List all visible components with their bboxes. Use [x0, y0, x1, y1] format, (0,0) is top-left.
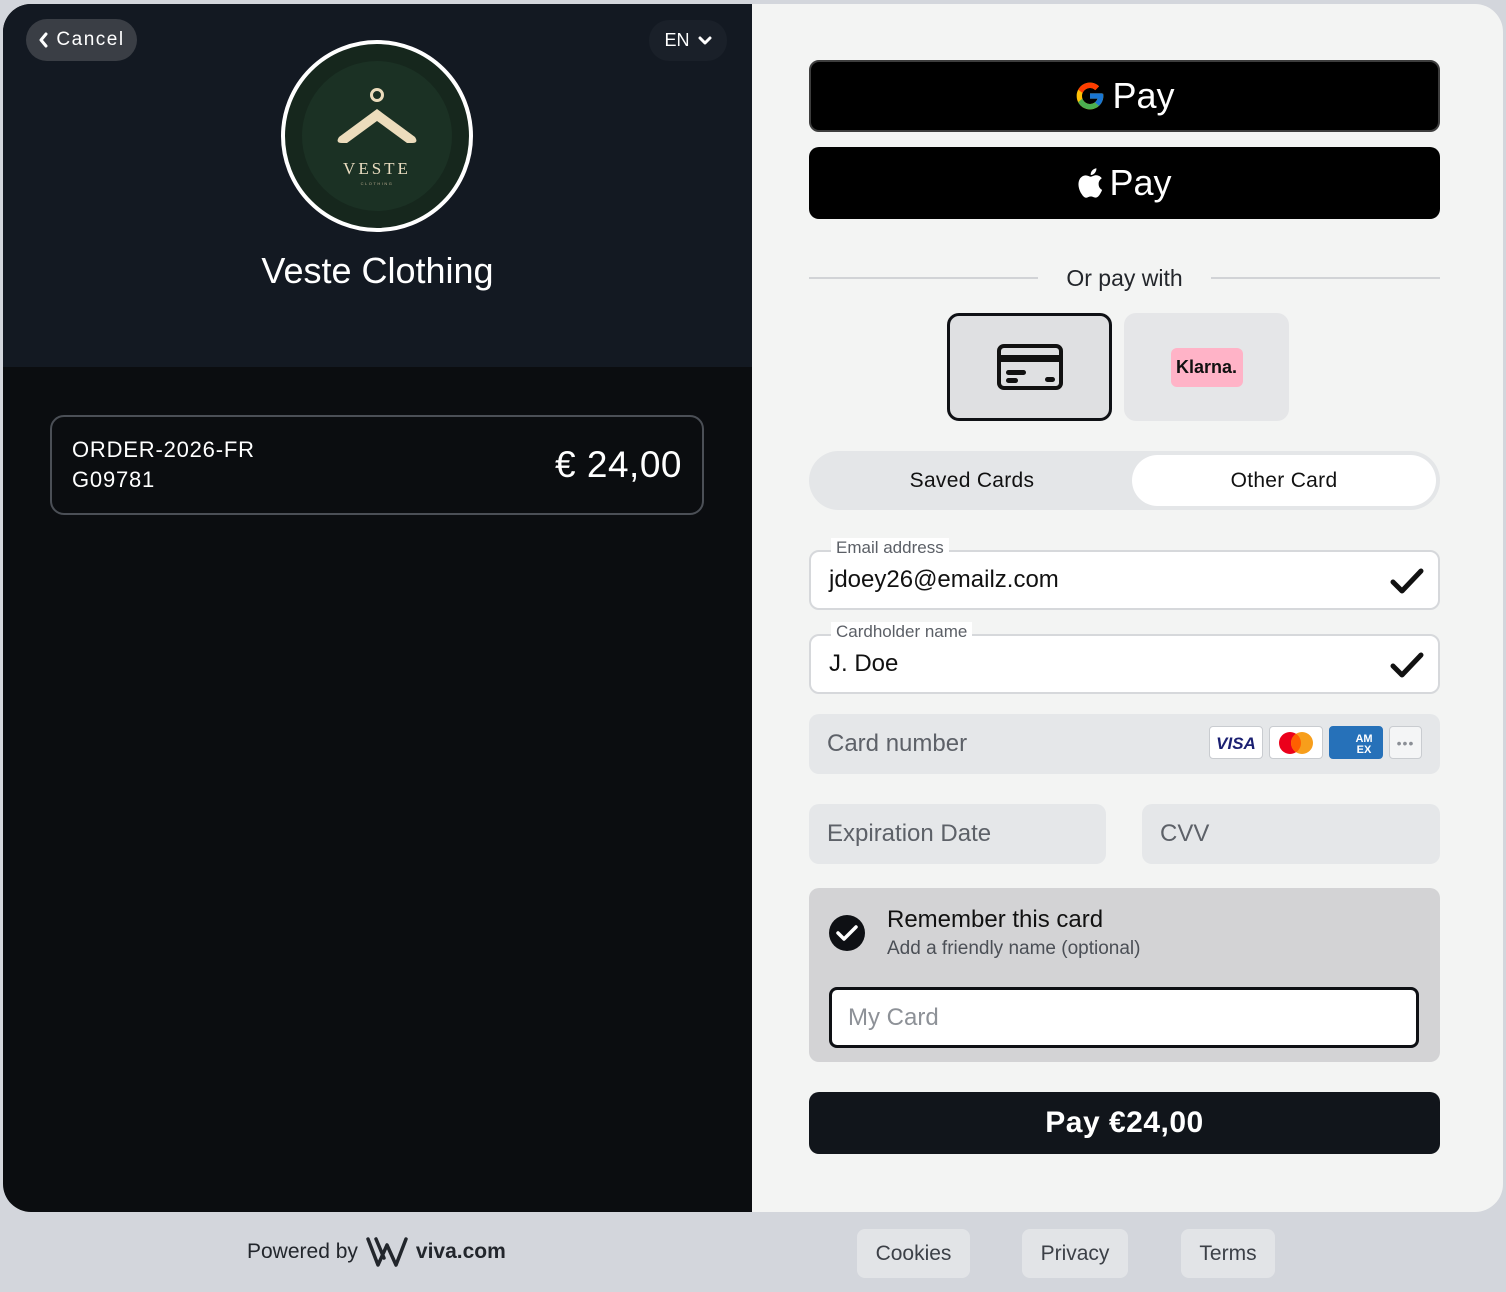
- order-id: ORDER-2026-FRG09781: [72, 437, 255, 492]
- chevron-left-icon: [39, 32, 48, 48]
- powered-by-label: Powered by: [247, 1240, 358, 1263]
- svg-text:EX: EX: [1357, 744, 1372, 756]
- card-number-placeholder: Card number: [827, 730, 968, 757]
- powered-by: Powered by viva.com: [247, 1236, 506, 1268]
- cookies-link[interactable]: Cookies: [857, 1229, 970, 1278]
- order-summary: ORDER-2026-FRG09781 € 24,00: [50, 415, 704, 515]
- google-g-icon: [1077, 82, 1104, 110]
- visa-icon: VISA: [1209, 726, 1263, 759]
- friendly-name-input[interactable]: My Card: [829, 987, 1419, 1048]
- or-pay-with-divider: Or pay with: [809, 258, 1441, 298]
- klarna-method-option[interactable]: Klarna.: [1124, 313, 1289, 421]
- pay-button[interactable]: Pay €24,00: [809, 1092, 1440, 1154]
- chevron-down-icon: [698, 36, 711, 44]
- logo-subtext: CLOTHING: [360, 180, 394, 186]
- card-number-input[interactable]: Card number VISA AM EX •••: [809, 714, 1440, 774]
- card-type-tabs: Saved Cards Other Card: [809, 451, 1440, 510]
- apple-pay-label: Pay: [1109, 162, 1172, 203]
- cancel-label: Cancel: [56, 29, 125, 50]
- divider-line-right: [1210, 277, 1441, 279]
- remember-card-section: Remember this card Add a friendly name (…: [809, 888, 1440, 1062]
- checkmark-icon: [836, 925, 858, 941]
- cvv-input[interactable]: CVV: [1142, 804, 1440, 864]
- more-brands-icon: •••: [1389, 726, 1422, 759]
- order-amount: € 24,00: [555, 444, 682, 485]
- language-selector[interactable]: EN: [649, 20, 727, 61]
- email-value[interactable]: jdoey26@emailz.com: [829, 552, 1369, 608]
- expiration-placeholder: Expiration Date: [827, 820, 992, 847]
- mastercard-icon: [1269, 726, 1323, 759]
- logo-emblem: VESTE CLOTHING: [302, 61, 452, 211]
- cardholder-name-field[interactable]: Cardholder name J. Doe: [809, 622, 1440, 694]
- tab-saved-cards[interactable]: Saved Cards: [813, 455, 1131, 506]
- language-label: EN: [664, 30, 690, 50]
- cvv-placeholder: CVV: [1160, 820, 1210, 847]
- divider-text: Or pay with: [1066, 264, 1183, 291]
- cardholder-name-value[interactable]: J. Doe: [829, 636, 1369, 692]
- friendly-name-placeholder: My Card: [848, 1003, 939, 1031]
- expiration-date-input[interactable]: Expiration Date: [809, 804, 1106, 864]
- order-summary-panel: Cancel EN VESTE CLOTHING Veste Clothing …: [3, 4, 752, 1212]
- credit-card-icon: [996, 344, 1063, 390]
- checkmark-icon: [1390, 568, 1424, 594]
- svg-text:VISA: VISA: [1216, 734, 1256, 752]
- checkmark-icon: [1390, 652, 1424, 678]
- card-brands: VISA AM EX •••: [1209, 726, 1422, 759]
- divider-line-left: [809, 277, 1039, 279]
- google-pay-label: Pay: [1112, 75, 1175, 116]
- privacy-link[interactable]: Privacy: [1022, 1229, 1128, 1278]
- viva-brand[interactable]: viva.com: [416, 1240, 506, 1264]
- hanger-icon: [337, 87, 417, 143]
- card-method-option[interactable]: [947, 313, 1112, 421]
- google-pay-button[interactable]: Pay: [809, 60, 1440, 132]
- remember-card-checkbox[interactable]: [829, 915, 865, 951]
- remember-card-subtitle: Add a friendly name (optional): [887, 938, 1141, 959]
- apple-icon: [1078, 168, 1103, 198]
- amex-icon: AM EX: [1329, 726, 1383, 759]
- merchant-name: Veste Clothing: [261, 250, 494, 291]
- email-field[interactable]: Email address jdoey26@emailz.com: [809, 538, 1440, 610]
- apple-pay-button[interactable]: Pay: [809, 147, 1440, 219]
- cancel-button[interactable]: Cancel: [26, 19, 137, 61]
- terms-link[interactable]: Terms: [1181, 1229, 1275, 1278]
- tab-other-card[interactable]: Other Card: [1132, 455, 1436, 506]
- merchant-logo: VESTE CLOTHING: [281, 40, 473, 232]
- klarna-logo: Klarna.: [1170, 347, 1243, 387]
- logo-wordmark: VESTE: [343, 158, 411, 178]
- viva-logo-icon: [366, 1237, 408, 1267]
- remember-card-title: Remember this card: [887, 906, 1104, 933]
